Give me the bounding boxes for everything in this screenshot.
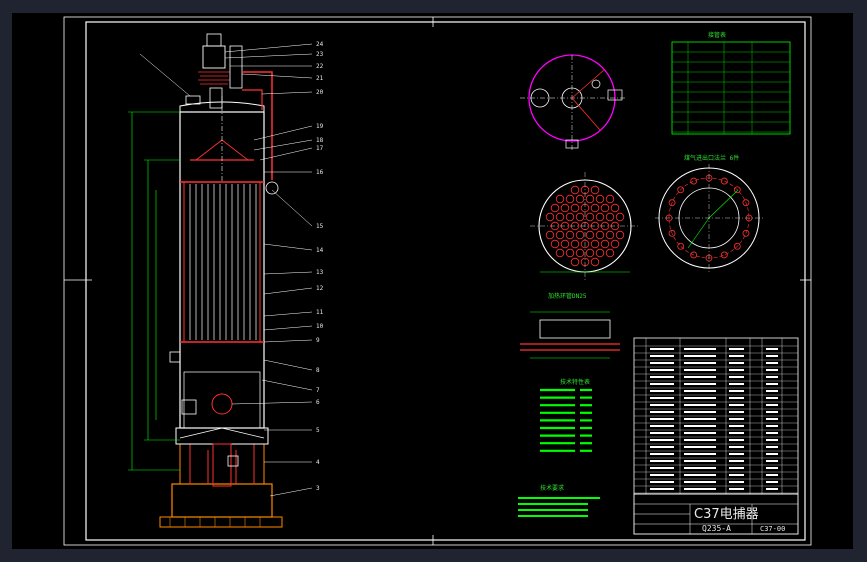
leader-number: 23	[316, 51, 324, 58]
tech-notes-title: 技术要求	[540, 484, 564, 492]
leader-number: 10	[316, 323, 324, 330]
leader-number: 18	[316, 137, 324, 144]
leader-number: 24	[316, 41, 324, 48]
paper-background	[12, 13, 853, 549]
leader-number: 7	[316, 387, 320, 394]
leader-number: 6	[316, 399, 320, 406]
leader-number: 9	[316, 337, 320, 344]
leader-number: 4	[316, 459, 320, 466]
leader-number: 15	[316, 223, 324, 230]
tech-spec-title: 技术特性表	[560, 378, 590, 386]
drawing-code: C37-00	[760, 525, 785, 533]
leader-number: 17	[316, 145, 324, 152]
leader-number: 14	[316, 247, 324, 254]
leader-number: 20	[316, 89, 324, 96]
leader-number: 5	[316, 427, 320, 434]
nozzle-schedule-title: 接管表	[708, 31, 726, 39]
flange-view-title: 煤气进出口法兰 6件	[684, 154, 739, 162]
drawing-material: Q235-A	[702, 524, 731, 533]
leader-number: 19	[316, 123, 324, 130]
leader-number: 3	[316, 485, 320, 492]
leader-number: 16	[316, 169, 324, 176]
drawing-sheet: 24 23 22 21 20 19 1817 16 15 14 13 12 11 10 9 8 7 6 5 4 3 煤气…	[12, 13, 853, 549]
leader-number: 21	[316, 75, 324, 82]
heating-coil-title: 加热环管DN25	[548, 292, 587, 300]
leader-number: 11	[316, 309, 324, 316]
leader-number: 22	[316, 63, 324, 70]
leader-number: 12	[316, 285, 324, 292]
cad-viewport[interactable]: 24 23 22 21 20 19 18 17 16 15 14 13 12 11 10 9 8 7 6 5 4 3 煤气…	[0, 0, 867, 562]
leader-number: 13	[316, 269, 324, 276]
drawing-title: C37电捕器	[694, 506, 759, 522]
leader-number: 8	[316, 367, 320, 374]
